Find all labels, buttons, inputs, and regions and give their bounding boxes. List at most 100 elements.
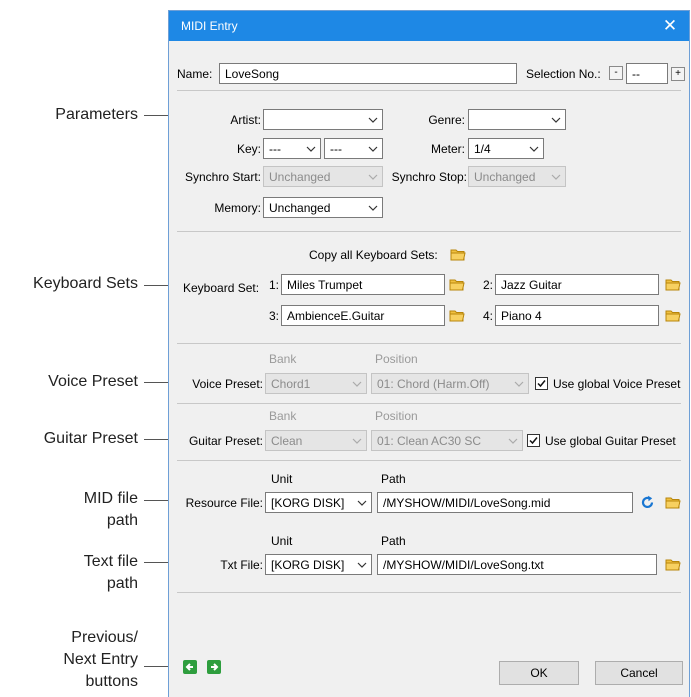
- voice-preset-label: Voice Preset:: [192, 377, 263, 391]
- keyboard-set-1-input[interactable]: Miles Trumpet: [281, 274, 445, 295]
- use-global-guitar-preset-label[interactable]: Use global Guitar Preset: [545, 434, 676, 448]
- memory-value: Unchanged: [269, 201, 331, 215]
- txt-unit-header: Unit: [271, 534, 293, 548]
- separator: [177, 460, 681, 461]
- separator: [177, 90, 681, 91]
- guitar-position-select[interactable]: 01: Clean AC30 SC: [371, 430, 523, 451]
- synchro-stop-label: Synchro Stop:: [391, 170, 467, 184]
- meter-label: Meter:: [430, 142, 465, 156]
- folder-icon[interactable]: [665, 496, 681, 509]
- separator: [177, 231, 681, 232]
- voice-position-select[interactable]: 01: Chord (Harm.Off): [371, 373, 529, 394]
- guitar-position-header: Position: [375, 409, 418, 423]
- memory-label: Memory:: [214, 201, 261, 215]
- callout-keyboard-sets: Keyboard Sets: [33, 275, 138, 292]
- resource-path-input[interactable]: /MYSHOW/MIDI/LoveSong.mid: [377, 492, 633, 513]
- memory-select[interactable]: Unchanged: [263, 197, 383, 218]
- txt-unit-select[interactable]: [KORG DISK]: [265, 554, 372, 575]
- keyboard-set-2-input[interactable]: Jazz Guitar: [495, 274, 659, 295]
- genre-select[interactable]: [468, 109, 566, 130]
- chevron-down-icon: [306, 146, 316, 152]
- separator: [177, 403, 681, 404]
- dialog-title: MIDI Entry: [181, 19, 238, 33]
- keyboard-set-number: 3:: [269, 309, 280, 323]
- artist-select[interactable]: [263, 109, 383, 130]
- previous-entry-button[interactable]: [183, 660, 197, 674]
- use-global-guitar-preset-checkbox[interactable]: [527, 434, 540, 447]
- chevron-down-icon: [352, 381, 362, 387]
- folder-icon[interactable]: [449, 278, 465, 291]
- keyboard-set-label: Keyboard Set:: [183, 281, 260, 295]
- ok-button[interactable]: OK: [499, 661, 579, 685]
- meter-value: 1/4: [474, 142, 491, 156]
- callout-line-1: Previous/: [71, 629, 138, 646]
- callout-line-2: path: [106, 575, 138, 592]
- synchro-start-label: Synchro Start:: [184, 170, 261, 184]
- chevron-down-icon: [368, 174, 378, 180]
- callout-guitar-preset: Guitar Preset: [43, 430, 138, 447]
- resource-unit-select[interactable]: [KORG DISK]: [265, 492, 372, 513]
- keyboard-set-number: 4:: [483, 309, 494, 323]
- selection-plus-button[interactable]: +: [671, 67, 685, 81]
- chevron-down-icon: [508, 438, 518, 444]
- meter-select[interactable]: 1/4: [468, 138, 544, 159]
- chevron-down-icon: [368, 146, 378, 152]
- cancel-button[interactable]: Cancel: [595, 661, 683, 685]
- next-entry-button[interactable]: [207, 660, 221, 674]
- txt-path-header: Path: [381, 534, 406, 548]
- name-input[interactable]: LoveSong: [219, 63, 517, 84]
- callout-text-file-path: Text file path: [84, 551, 138, 595]
- separator: [177, 592, 681, 593]
- title-bar: MIDI Entry ✕: [169, 11, 689, 41]
- folder-icon[interactable]: [450, 248, 466, 261]
- midi-entry-dialog: MIDI Entry ✕ Name: LoveSong Selection No…: [168, 10, 690, 697]
- use-global-voice-preset-label[interactable]: Use global Voice Preset: [553, 377, 680, 391]
- callout-mid-file-path: MID file path: [84, 488, 138, 532]
- txt-unit-value: [KORG DISK]: [271, 558, 345, 572]
- keyboard-set-4-input[interactable]: Piano 4: [495, 305, 659, 326]
- resource-path-header: Path: [381, 472, 406, 486]
- folder-icon[interactable]: [665, 278, 681, 291]
- selection-number-input[interactable]: --: [626, 63, 668, 84]
- key-select-1[interactable]: ---: [263, 138, 321, 159]
- txt-path-input[interactable]: /MYSHOW/MIDI/LoveSong.txt: [377, 554, 657, 575]
- voice-position-value: 01: Chord (Harm.Off): [377, 377, 490, 391]
- separator: [177, 343, 681, 344]
- close-button[interactable]: ✕: [657, 14, 683, 38]
- chevron-down-icon: [357, 562, 367, 568]
- guitar-preset-label: Guitar Preset:: [188, 434, 263, 448]
- guitar-bank-select[interactable]: Clean: [265, 430, 367, 451]
- key-select-2[interactable]: ---: [324, 138, 383, 159]
- callout-line-1: MID file: [83, 490, 138, 507]
- voice-position-header: Position: [375, 352, 418, 366]
- selection-minus-button[interactable]: -: [609, 66, 623, 80]
- selection-number-label: Selection No.:: [526, 67, 601, 81]
- folder-icon[interactable]: [449, 309, 465, 322]
- synchro-start-select[interactable]: Unchanged: [263, 166, 383, 187]
- chevron-down-icon: [368, 205, 378, 211]
- keyboard-set-number: 1:: [269, 278, 280, 292]
- keyboard-set-3-input[interactable]: AmbienceE.Guitar: [281, 305, 445, 326]
- voice-bank-value: Chord1: [271, 377, 311, 391]
- chevron-down-icon: [551, 117, 561, 123]
- refresh-icon[interactable]: [640, 495, 655, 510]
- folder-icon[interactable]: [665, 558, 681, 571]
- synchro-stop-value: Unchanged: [474, 170, 536, 184]
- callout-line-2: Next Entry: [63, 651, 138, 668]
- key-value-1: ---: [269, 142, 281, 156]
- keyboard-set-number: 2:: [483, 278, 494, 292]
- voice-bank-select[interactable]: Chord1: [265, 373, 367, 394]
- callout-line-2: path: [106, 512, 138, 529]
- resource-unit-header: Unit: [271, 472, 293, 486]
- folder-icon[interactable]: [665, 309, 681, 322]
- chevron-down-icon: [357, 500, 367, 506]
- voice-bank-header: Bank: [269, 352, 297, 366]
- synchro-stop-select[interactable]: Unchanged: [468, 166, 566, 187]
- chevron-down-icon: [529, 146, 539, 152]
- use-global-voice-preset-checkbox[interactable]: [535, 377, 548, 390]
- guitar-bank-value: Clean: [271, 434, 303, 448]
- callout-prev-next: Previous/ Next Entry buttons: [63, 627, 138, 693]
- callout-line-3: buttons: [85, 673, 138, 690]
- checkmark-icon: [537, 380, 546, 388]
- callout-parameters: Parameters: [55, 106, 138, 123]
